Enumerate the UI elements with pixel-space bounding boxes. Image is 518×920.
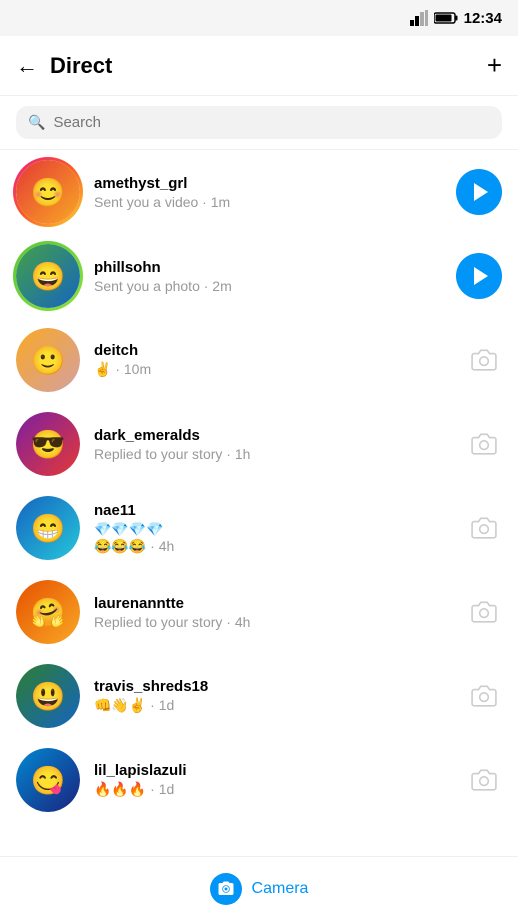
message-username: laurenanntte [94, 595, 456, 612]
message-info: nae11 💎💎💎💎😂😂😂 · 4h [94, 502, 456, 555]
message-info: amethyst_grl Sent you a video · 1m [94, 175, 446, 210]
message-username: lil_lapislazuli [94, 762, 456, 779]
camera-icon [471, 431, 497, 457]
message-action[interactable] [466, 762, 502, 798]
message-username: phillsohn [94, 259, 446, 276]
message-info: dark_emeralds Replied to your story · 1h [94, 427, 456, 462]
search-icon: 🔍 [28, 114, 45, 131]
camera-svg [217, 880, 235, 898]
message-preview: Sent you a video · 1m [94, 194, 446, 210]
message-info: lil_lapislazuli 🔥🔥🔥 · 1d [94, 762, 456, 798]
search-input[interactable] [53, 114, 490, 131]
message-username: dark_emeralds [94, 427, 456, 444]
camera-label: Camera [252, 880, 309, 898]
message-preview: Replied to your story · 1h [94, 446, 456, 462]
message-info: phillsohn Sent you a photo · 2m [94, 259, 446, 294]
message-action[interactable] [466, 510, 502, 546]
message-username: travis_shreds18 [94, 678, 456, 695]
battery-icon [434, 11, 458, 25]
message-info: laurenanntte Replied to your story · 4h [94, 595, 456, 630]
list-item[interactable]: 🤗laurenanntteReplied to your story · 4h [0, 570, 518, 654]
message-preview: 🔥🔥🔥 · 1d [94, 781, 456, 798]
message-preview: 👊👋✌️ · 1d [94, 697, 456, 714]
camera-icon [471, 683, 497, 709]
message-action[interactable] [466, 678, 502, 714]
new-message-button[interactable]: + [487, 50, 502, 81]
play-button[interactable] [456, 169, 502, 215]
camera-icon [210, 873, 242, 905]
camera-button[interactable] [466, 426, 502, 462]
camera-icon [471, 767, 497, 793]
page-title: Direct [50, 53, 487, 79]
message-action[interactable] [456, 253, 502, 299]
message-action[interactable] [466, 342, 502, 378]
status-bar: 12:34 [0, 0, 518, 36]
message-preview: 💎💎💎💎😂😂😂 · 4h [94, 521, 456, 555]
search-bar: 🔍 [0, 96, 518, 150]
time-display: 12:34 [464, 10, 502, 27]
message-info: deitch ✌️ · 10m [94, 342, 456, 378]
camera-icon [471, 599, 497, 625]
signal-icon [410, 10, 428, 26]
camera-icon [471, 347, 497, 373]
messages-list: 😊amethyst_grlSent you a video · 1m😄phill… [0, 150, 518, 854]
message-info: travis_shreds18 👊👋✌️ · 1d [94, 678, 456, 714]
camera-button[interactable] [466, 510, 502, 546]
message-preview: Sent you a photo · 2m [94, 278, 446, 294]
message-username: nae11 [94, 502, 456, 519]
message-username: amethyst_grl [94, 175, 446, 192]
list-item[interactable]: 😋lil_lapislazuli🔥🔥🔥 · 1d [0, 738, 518, 822]
list-item[interactable]: 😎dark_emeraldsReplied to your story · 1h [0, 402, 518, 486]
list-item[interactable]: 😃travis_shreds18👊👋✌️ · 1d [0, 654, 518, 738]
status-icons: 12:34 [410, 10, 502, 27]
header: ← Direct + [0, 36, 518, 96]
camera-icon [471, 515, 497, 541]
play-button[interactable] [456, 253, 502, 299]
camera-button[interactable] [466, 594, 502, 630]
message-preview: ✌️ · 10m [94, 361, 456, 378]
message-action[interactable] [466, 426, 502, 462]
list-item[interactable]: 🙂deitch✌️ · 10m [0, 318, 518, 402]
camera-button[interactable] [466, 762, 502, 798]
message-action[interactable] [456, 169, 502, 215]
search-input-wrap[interactable]: 🔍 [16, 106, 502, 139]
camera-button[interactable] [466, 342, 502, 378]
list-item[interactable]: 😁nae11💎💎💎💎😂😂😂 · 4h [0, 486, 518, 570]
back-button[interactable]: ← [16, 53, 38, 79]
bottom-bar[interactable]: Camera [0, 856, 518, 920]
camera-button[interactable] [466, 678, 502, 714]
message-preview: Replied to your story · 4h [94, 614, 456, 630]
list-item[interactable]: 😊amethyst_grlSent you a video · 1m [0, 150, 518, 234]
list-item[interactable]: 😄phillsohnSent you a photo · 2m [0, 234, 518, 318]
message-action[interactable] [466, 594, 502, 630]
message-username: deitch [94, 342, 456, 359]
